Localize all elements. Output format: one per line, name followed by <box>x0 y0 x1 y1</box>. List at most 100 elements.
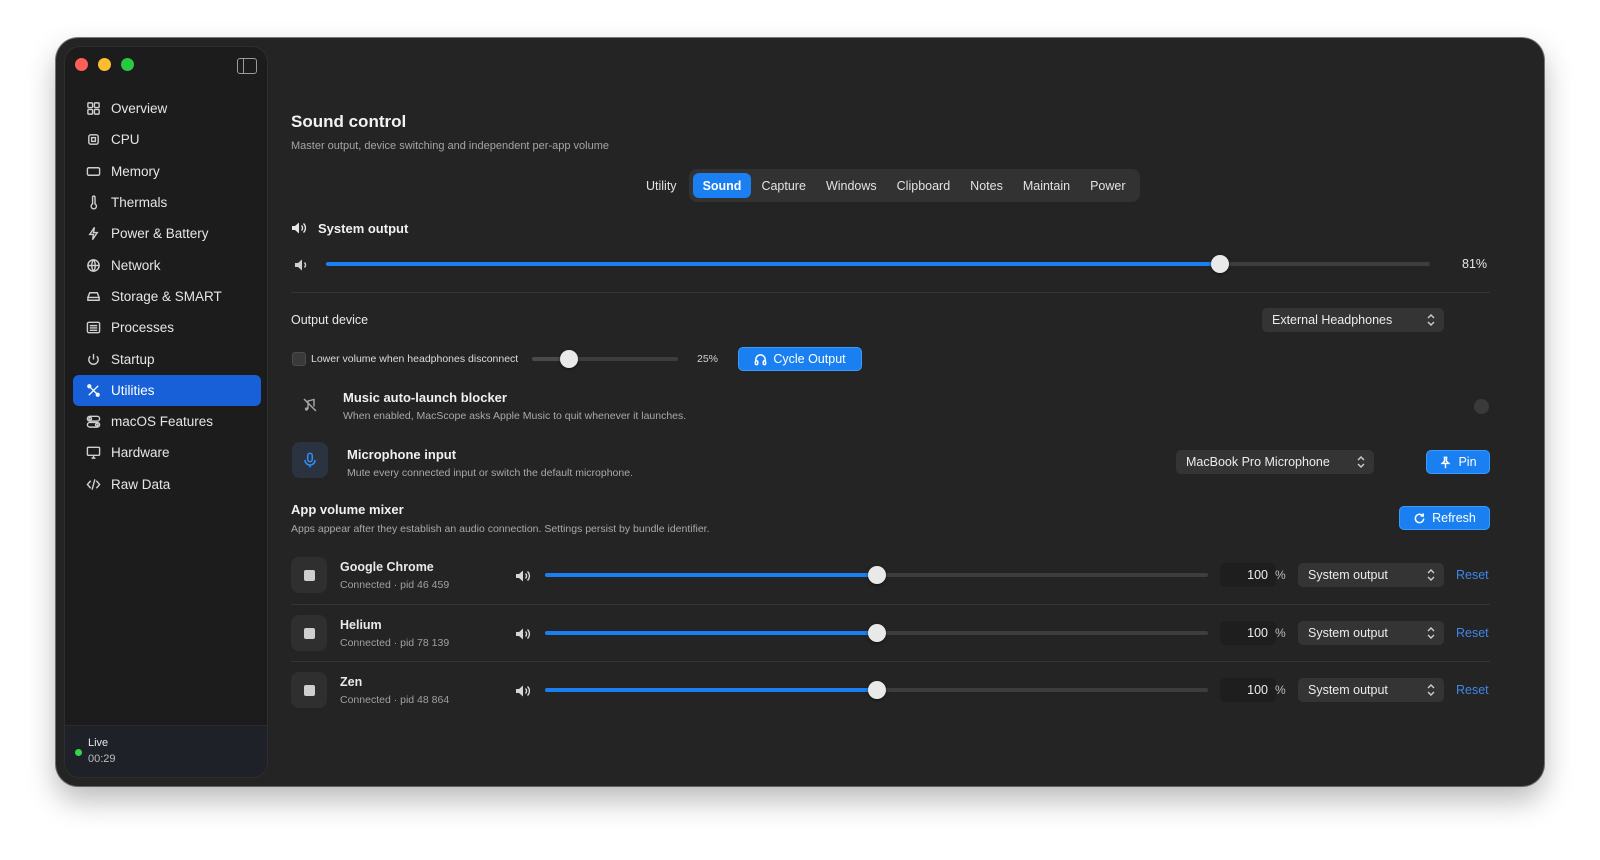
tab-sound[interactable]: Sound <box>692 173 752 198</box>
bolt-icon <box>85 226 101 242</box>
microphone-select[interactable]: MacBook Pro Microphone <box>1176 450 1374 474</box>
app-name: Zen <box>340 675 363 689</box>
tab-clipboard[interactable]: Clipboard <box>887 173 961 198</box>
tab-maintain[interactable]: Maintain <box>1013 173 1080 198</box>
app-icon <box>291 557 327 593</box>
live-label: Live <box>88 737 109 749</box>
grid-icon <box>85 101 101 117</box>
app-volume-slider[interactable] <box>545 566 1208 584</box>
slider-fill <box>545 573 877 577</box>
page-subtitle: Master output, device switching and inde… <box>291 140 609 152</box>
app-volume-slider[interactable] <box>545 681 1208 699</box>
window-controls <box>75 58 134 71</box>
sidebar-item-network[interactable]: Network <box>73 249 261 280</box>
app-volume-input[interactable]: 100 <box>1220 621 1276 645</box>
sidebar-item-power-battery[interactable]: Power & Battery <box>73 218 261 249</box>
music-blocker-toggle[interactable] <box>1474 399 1489 414</box>
tab-utility[interactable]: Utility <box>638 179 685 193</box>
sidebar-item-overview[interactable]: Overview <box>73 93 261 124</box>
app-output-value: System output <box>1308 626 1388 640</box>
speaker-icon[interactable] <box>515 569 531 583</box>
sidebar-item-hardware[interactable]: Hardware <box>73 437 261 468</box>
live-time: 00:29 <box>88 753 116 765</box>
microphone-value: MacBook Pro Microphone <box>1186 455 1330 469</box>
monitor-icon <box>85 445 101 461</box>
sidebar-item-startup[interactable]: Startup <box>73 343 261 374</box>
close-window-button[interactable] <box>75 58 88 71</box>
sidebar-item-macos-features[interactable]: macOS Features <box>73 406 261 437</box>
microphone-title: Microphone input <box>347 447 457 462</box>
speaker-icon[interactable] <box>515 627 531 641</box>
tab-power[interactable]: Power <box>1080 173 1135 198</box>
music-blocker-description: When enabled, MacScope asks Apple Music … <box>343 410 687 422</box>
lower-volume-value: 25% <box>697 353 719 365</box>
cycle-output-label: Cycle Output <box>773 352 846 366</box>
divider <box>291 604 1490 605</box>
lower-volume-label: Lower volume when headphones disconnect <box>311 353 519 365</box>
app-placeholder-icon <box>303 627 315 639</box>
app-output-select[interactable]: System output <box>1298 678 1444 702</box>
sidebar-item-storage[interactable]: Storage & SMART <box>73 281 261 312</box>
app-placeholder-icon <box>303 569 315 581</box>
headphones-icon <box>755 353 767 365</box>
sidebar-item-raw-data[interactable]: Raw Data <box>73 469 261 500</box>
app-status: Connected · pid 46 459 <box>340 579 450 591</box>
app-name: Google Chrome <box>340 560 434 574</box>
slider-knob[interactable] <box>867 681 886 699</box>
sidebar-item-memory[interactable]: Memory <box>73 156 261 187</box>
tab-capture[interactable]: Capture <box>751 173 815 198</box>
reset-button[interactable]: Reset <box>1456 626 1489 640</box>
main-content: Sound control Master output, device swit… <box>290 38 1544 786</box>
sidebar-item-label: Utilities <box>111 382 155 398</box>
app-volume-input[interactable]: 100 <box>1220 563 1276 587</box>
app-output-select[interactable]: System output <box>1298 563 1444 587</box>
reset-button[interactable]: Reset <box>1456 683 1489 697</box>
speaker-icon[interactable] <box>515 684 531 698</box>
sidebar-item-label: Processes <box>111 320 175 336</box>
slider-knob[interactable] <box>867 624 886 642</box>
slider-knob[interactable] <box>1211 255 1230 273</box>
app-output-select[interactable]: System output <box>1298 621 1444 645</box>
lower-volume-slider[interactable] <box>532 350 678 368</box>
tab-notes[interactable]: Notes <box>960 173 1013 198</box>
divider <box>291 661 1490 662</box>
app-status: Connected · pid 78 139 <box>340 637 450 649</box>
app-status: Connected · pid 48 864 <box>340 694 450 706</box>
sidebar-item-label: Memory <box>111 163 160 179</box>
speaker-icon <box>294 258 310 272</box>
chevron-updown-icon <box>1427 627 1435 639</box>
slider-knob[interactable] <box>867 566 886 584</box>
tab-windows[interactable]: Windows <box>816 173 887 198</box>
list-icon <box>85 320 101 336</box>
percent-symbol: % <box>1275 568 1286 582</box>
app-volume-slider[interactable] <box>545 624 1208 642</box>
mixer-description: Apps appear after they establish an audi… <box>291 523 710 535</box>
sidebar-item-processes[interactable]: Processes <box>73 312 261 343</box>
mixer-title: App volume mixer <box>291 502 404 517</box>
cycle-output-button[interactable]: Cycle Output <box>738 347 862 371</box>
sidebar-toggle-icon[interactable] <box>237 58 257 74</box>
percent-symbol: % <box>1275 683 1286 697</box>
live-status: Live 00:29 <box>65 725 267 777</box>
app-name: Helium <box>340 618 382 632</box>
pin-button[interactable]: Pin <box>1426 450 1490 474</box>
slider-knob[interactable] <box>559 350 578 368</box>
system-volume-slider[interactable] <box>326 255 1430 273</box>
sidebar-item-thermals[interactable]: Thermals <box>73 187 261 218</box>
refresh-icon <box>1414 512 1425 523</box>
music-blocker-title: Music auto-launch blocker <box>343 390 507 405</box>
pin-icon <box>1440 456 1451 468</box>
minimize-window-button[interactable] <box>98 58 111 71</box>
reset-button[interactable]: Reset <box>1456 568 1489 582</box>
app-volume-input[interactable]: 100 <box>1220 678 1276 702</box>
lower-volume-checkbox[interactable] <box>292 352 306 366</box>
sidebar-item-label: macOS Features <box>111 414 214 430</box>
output-device-select[interactable]: External Headphones <box>1262 308 1444 332</box>
zoom-window-button[interactable] <box>121 58 134 71</box>
music-blocked-icon <box>292 387 328 423</box>
sidebar-item-label: Power & Battery <box>111 226 209 242</box>
refresh-button[interactable]: Refresh <box>1399 506 1490 530</box>
sidebar-item-label: Thermals <box>111 195 168 211</box>
sidebar-item-utilities[interactable]: Utilities <box>73 374 261 406</box>
sidebar-item-cpu[interactable]: CPU <box>73 124 261 155</box>
